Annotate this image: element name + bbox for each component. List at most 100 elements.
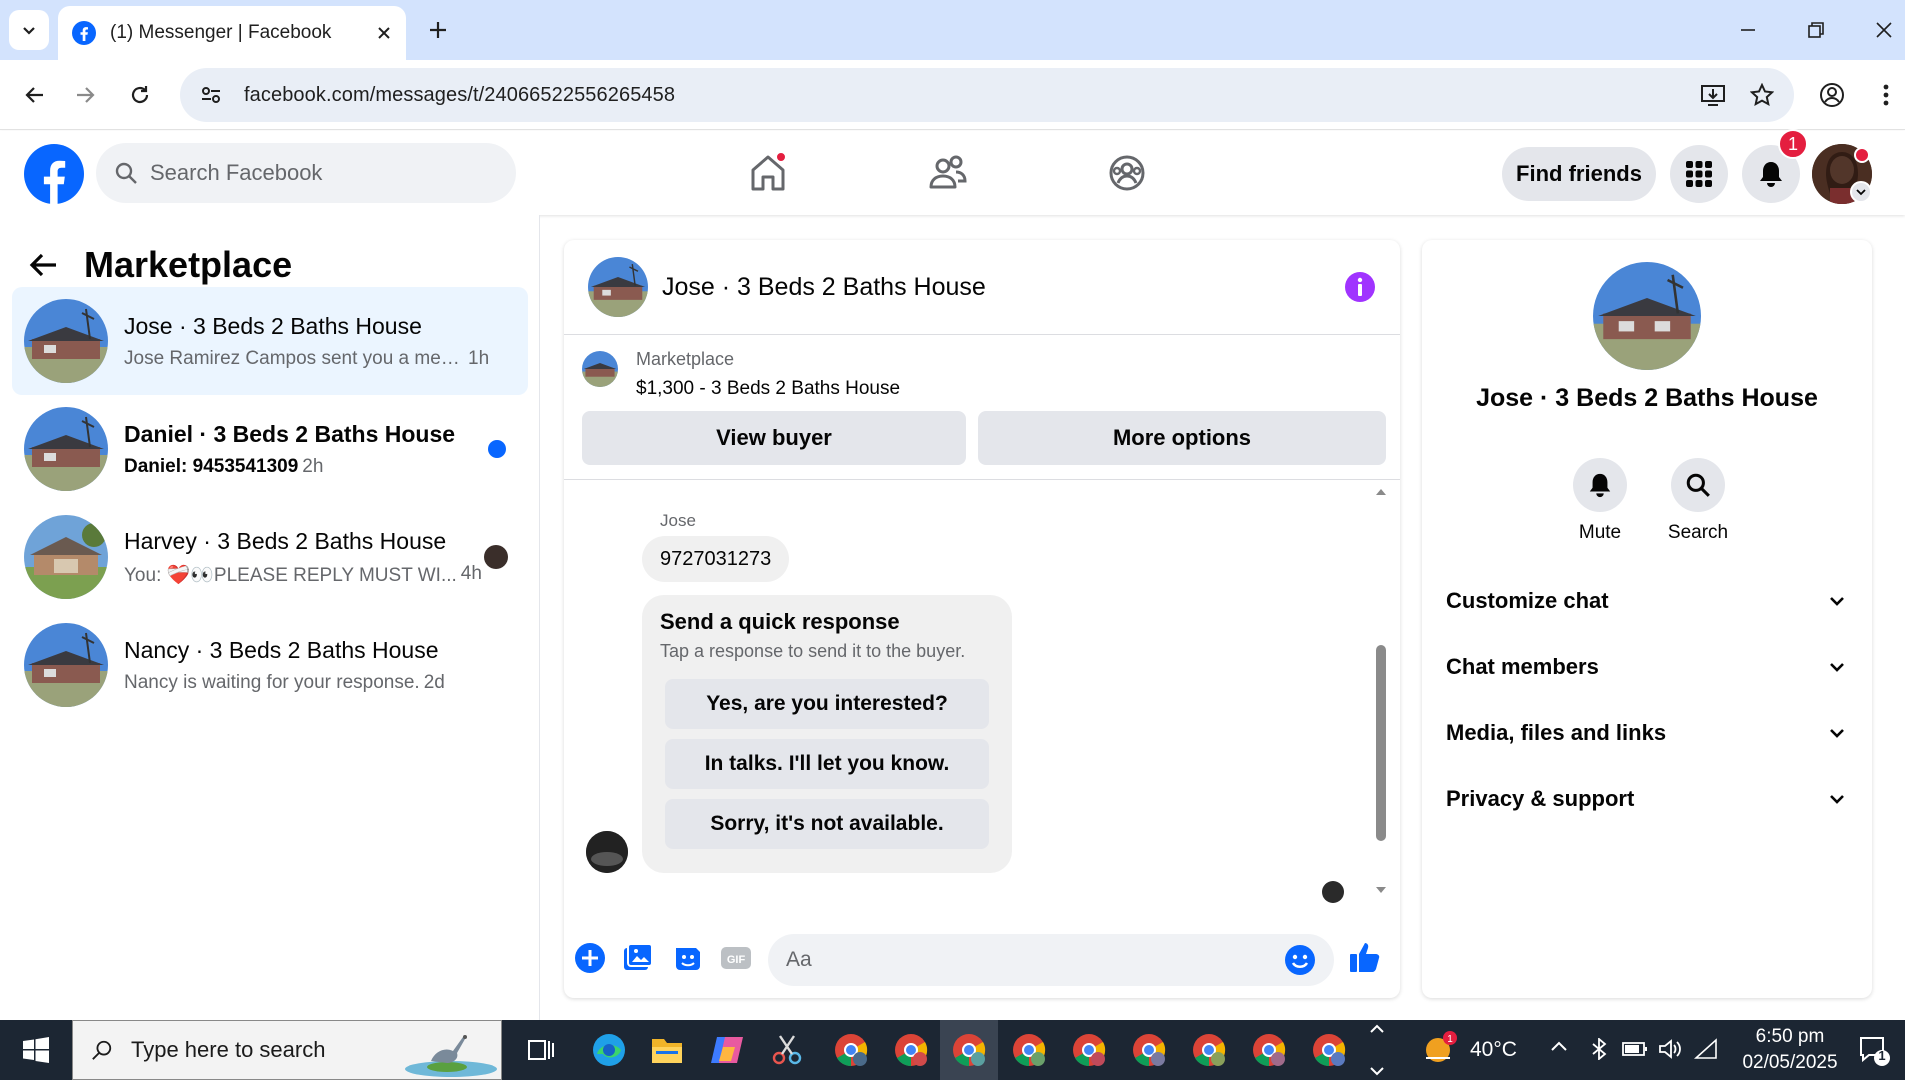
nav-friends[interactable] bbox=[918, 143, 978, 203]
quick-reply-button[interactable]: In talks. I'll let you know. bbox=[665, 739, 989, 789]
listing-thumbnail[interactable] bbox=[582, 351, 618, 387]
window-close-button[interactable] bbox=[1864, 10, 1904, 50]
chat-avatar[interactable] bbox=[588, 257, 648, 317]
conversation-time: 2d bbox=[423, 671, 445, 693]
quick-reply-button[interactable]: Sorry, it's not available. bbox=[665, 799, 989, 849]
address-bar[interactable]: facebook.com/messages/t/2406652255626545… bbox=[180, 68, 1794, 122]
attach-photo-button[interactable] bbox=[622, 942, 654, 974]
view-buyer-button[interactable]: View buyer bbox=[582, 411, 966, 465]
mute-action[interactable]: Mute bbox=[1560, 458, 1640, 544]
scrollbar-thumb[interactable] bbox=[1376, 645, 1386, 841]
mute-button[interactable] bbox=[1573, 458, 1627, 512]
sender-avatar[interactable] bbox=[586, 831, 628, 873]
like-button[interactable] bbox=[1348, 940, 1382, 974]
conversation-item[interactable]: Daniel · 3 Beds 2 Baths House Daniel: 94… bbox=[12, 395, 528, 503]
clock-date[interactable]: 02/05/2025 bbox=[1730, 1052, 1850, 1074]
svg-text:1: 1 bbox=[1447, 1034, 1453, 1045]
unread-dot bbox=[488, 440, 506, 458]
scroll-up-arrow[interactable] bbox=[1374, 485, 1388, 499]
info-avatar[interactable] bbox=[1593, 262, 1701, 370]
chrome-app-4[interactable] bbox=[1000, 1020, 1058, 1080]
menu-button[interactable] bbox=[1670, 145, 1728, 203]
chrome-app-5[interactable] bbox=[1060, 1020, 1118, 1080]
notification-center-button[interactable]: 1 bbox=[1858, 1034, 1890, 1066]
conversation-name: Daniel · 3 Beds 2 Baths House bbox=[124, 420, 456, 447]
start-button[interactable] bbox=[0, 1020, 72, 1080]
listing-title[interactable]: $1,300 - 3 Beds 2 Baths House bbox=[636, 378, 900, 400]
search-icon bbox=[92, 1040, 112, 1060]
chrome-app-7[interactable] bbox=[1180, 1020, 1238, 1080]
close-icon[interactable] bbox=[376, 25, 392, 41]
more-options-button[interactable]: More options bbox=[978, 411, 1386, 465]
chrome-app-9[interactable] bbox=[1300, 1020, 1358, 1080]
taskbar-search[interactable]: Type here to search bbox=[72, 1020, 502, 1080]
site-settings-icon[interactable] bbox=[200, 84, 222, 106]
weather-sun-icon: 1 bbox=[1426, 1031, 1457, 1062]
install-app-icon[interactable] bbox=[1700, 83, 1726, 107]
facebook-search-input[interactable]: Search Facebook bbox=[96, 143, 516, 203]
account-dropdown[interactable] bbox=[1850, 181, 1872, 203]
volume-tray[interactable] bbox=[1658, 1038, 1682, 1060]
restore-button[interactable] bbox=[1796, 10, 1836, 50]
privacy-support-section[interactable]: Privacy & support bbox=[1446, 772, 1846, 826]
chrome-app-1[interactable] bbox=[822, 1020, 880, 1080]
nav-groups[interactable] bbox=[1097, 143, 1157, 203]
chrome-app-2[interactable] bbox=[882, 1020, 940, 1080]
conversation-item[interactable]: Harvey · 3 Beds 2 Baths House You: ❤️‍🩹👀… bbox=[12, 503, 528, 611]
browser-tab[interactable]: (1) Messenger | Facebook bbox=[58, 6, 406, 60]
facebook-logo[interactable] bbox=[24, 144, 84, 204]
quick-reply-button[interactable]: Yes, are you interested? bbox=[665, 679, 989, 729]
message-input[interactable]: Aa bbox=[768, 934, 1334, 986]
message-bubble[interactable]: 9727031273 bbox=[642, 536, 790, 582]
back-button[interactable] bbox=[14, 75, 54, 115]
clock-time[interactable]: 6:50 pm bbox=[1748, 1026, 1832, 1048]
minimize-button[interactable] bbox=[1728, 10, 1768, 50]
chrome-icon bbox=[1133, 1034, 1166, 1067]
volume-icon bbox=[1659, 1039, 1681, 1059]
chrome-icon bbox=[1073, 1034, 1106, 1067]
wifi-tray[interactable] bbox=[1694, 1038, 1718, 1060]
edge-app[interactable] bbox=[580, 1020, 638, 1080]
network-tray[interactable] bbox=[1588, 1038, 1610, 1060]
conversation-item[interactable]: Jose · 3 Beds 2 Baths House Jose Ramirez… bbox=[12, 287, 528, 395]
thumbs-up-icon bbox=[1350, 943, 1380, 972]
new-tab-button[interactable] bbox=[420, 12, 456, 48]
triangle-up-icon bbox=[1376, 489, 1386, 495]
nav-home[interactable] bbox=[738, 143, 798, 203]
more-actions-button[interactable] bbox=[574, 942, 606, 974]
section-label: Media, files and links bbox=[1446, 720, 1667, 745]
bookmark-star-icon[interactable] bbox=[1750, 83, 1774, 107]
emoji-icon[interactable] bbox=[1284, 944, 1316, 976]
profile-button[interactable] bbox=[1812, 75, 1852, 115]
chrome-app-6[interactable] bbox=[1120, 1020, 1178, 1080]
snipping-tool-app[interactable] bbox=[758, 1020, 816, 1080]
chrome-app-8[interactable] bbox=[1240, 1020, 1298, 1080]
sticker-button[interactable] bbox=[672, 942, 704, 974]
task-view-button[interactable] bbox=[512, 1020, 570, 1080]
reload-button[interactable] bbox=[120, 75, 160, 115]
battery-tray[interactable] bbox=[1622, 1040, 1648, 1058]
arrow-left-icon[interactable] bbox=[28, 250, 58, 280]
search-action[interactable]: Search bbox=[1658, 458, 1738, 544]
temperature[interactable]: 40°C bbox=[1470, 1038, 1517, 1062]
chrome-app-3[interactable] bbox=[940, 1020, 998, 1080]
taskbar-overflow-scroller[interactable] bbox=[1366, 1024, 1388, 1076]
gif-button[interactable]: GIF bbox=[720, 942, 752, 974]
find-friends-button[interactable]: Find friends bbox=[1502, 147, 1656, 201]
file-explorer-app[interactable] bbox=[638, 1020, 696, 1080]
arrow-right-icon bbox=[77, 87, 95, 103]
forward-button[interactable] bbox=[66, 75, 106, 115]
browser-menu-button[interactable] bbox=[1866, 75, 1905, 115]
tab-search-button[interactable] bbox=[9, 10, 49, 50]
tab-title: (1) Messenger | Facebook bbox=[110, 22, 332, 43]
copilot-app[interactable] bbox=[698, 1020, 756, 1080]
search-in-chat-button[interactable] bbox=[1671, 458, 1725, 512]
chat-members-section[interactable]: Chat members bbox=[1446, 640, 1846, 694]
show-hidden-icons[interactable] bbox=[1550, 1038, 1568, 1056]
media-files-section[interactable]: Media, files and links bbox=[1446, 706, 1846, 760]
conversation-item[interactable]: Nancy · 3 Beds 2 Baths House Nancy is wa… bbox=[12, 611, 528, 719]
customize-chat-section[interactable]: Customize chat bbox=[1446, 574, 1846, 628]
weather-widget[interactable]: 1 bbox=[1420, 1030, 1460, 1070]
info-icon[interactable] bbox=[1344, 271, 1376, 303]
scroll-down-arrow[interactable] bbox=[1374, 883, 1388, 897]
